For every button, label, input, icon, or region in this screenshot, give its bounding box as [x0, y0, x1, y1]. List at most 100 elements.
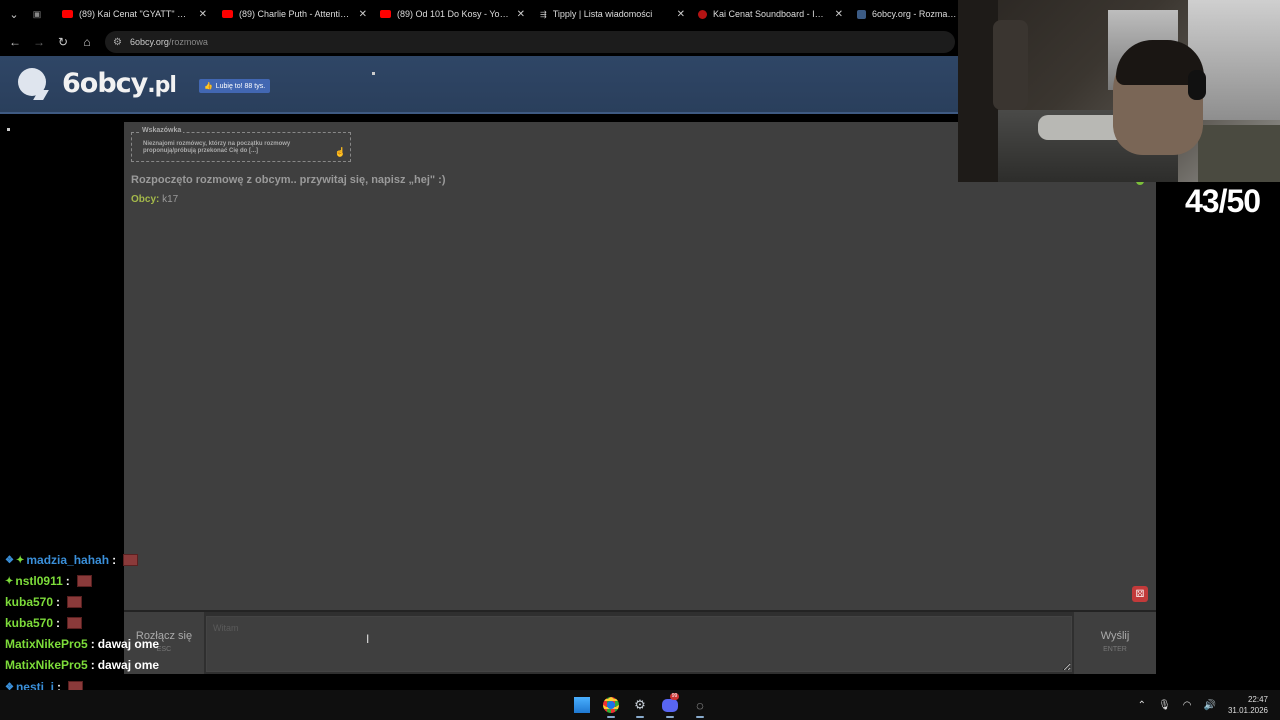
- 6obcy-icon: [857, 9, 866, 19]
- webcam-overlay: [958, 0, 1280, 182]
- chat-message: Obcy: k17: [131, 194, 178, 205]
- youtube-icon: [62, 10, 73, 18]
- chat-colon: :: [90, 637, 95, 651]
- home-icon[interactable]: ⌂: [75, 35, 99, 49]
- tab-label: 6obcy.org - Rozmawiaj a: [872, 9, 957, 19]
- tray-chevron-icon[interactable]: ⌃: [1138, 700, 1146, 711]
- chat-line: ✦ nstl0911:: [5, 571, 92, 591]
- message-input[interactable]: [206, 616, 1072, 672]
- hint-text: Nieznajomi rozmówcy, którzy na początku …: [143, 141, 291, 154]
- wifi-icon[interactable]: ◠: [1183, 700, 1192, 711]
- clock-time: 22:47: [1247, 695, 1268, 704]
- chat-line: MatixNikePro5: dawaj ome: [5, 655, 159, 675]
- chat-colon: :: [112, 553, 117, 567]
- system-clock[interactable]: 22:47 31.01.2026: [1228, 694, 1268, 716]
- chat-colon: :: [65, 574, 70, 588]
- tab-label: (89) Od 101 Do Kosy - YouTube: [397, 9, 510, 19]
- dice-icon[interactable]: ⚄: [1132, 586, 1148, 602]
- chat-line: MatixNikePro5: dawaj ome: [5, 634, 159, 654]
- chat-input-bar: Rozłącz się ESC I Wyślij ENTER: [124, 610, 1156, 674]
- webcam-closet: [958, 0, 998, 182]
- thumbs-up-icon: 👍: [204, 83, 213, 90]
- tab-label: (89) Kai Cenat "GYATT" Sound E: [79, 9, 192, 19]
- facebook-like-button[interactable]: 👍 Lubię to! 88 tys.: [199, 79, 271, 93]
- youtube-icon: [380, 10, 391, 18]
- tab-label: (89) Charlie Puth - Attention (sl: [239, 9, 352, 19]
- tab-label: Tipply | Lista wiadomości: [552, 9, 653, 19]
- tipply-icon: ⇶: [540, 10, 547, 19]
- send-label: Wyślij: [1100, 630, 1130, 642]
- header-dot: [372, 72, 375, 75]
- left-dot: [7, 128, 10, 131]
- chat-username[interactable]: nstl0911: [15, 574, 62, 588]
- hand-pointer-icon[interactable]: ☝: [335, 147, 346, 158]
- url-domain: 6obcy.org: [129, 37, 169, 47]
- chat-emote-icon: [123, 554, 139, 566]
- chat-username[interactable]: kuba570: [5, 595, 53, 609]
- message-sender: Obcy:: [131, 194, 160, 205]
- message-text: k17: [162, 194, 179, 205]
- volume-icon[interactable]: 🔊: [1204, 700, 1216, 711]
- logo-bubble-icon[interactable]: [18, 68, 46, 96]
- hint-box: Wskazówka Nieznajomi rozmówcy, którzy na…: [131, 127, 351, 162]
- microphone-icon[interactable]: 🎙: [1158, 700, 1171, 711]
- browser-tab[interactable]: (89) Od 101 Do Kosy - YouTube ✕: [380, 4, 525, 24]
- pinned-tab-icon[interactable]: ▣: [28, 8, 46, 20]
- tab-label: Kai Cenat Soundboard - Instant: [713, 9, 826, 19]
- chat-message-text: dawaj ome: [97, 658, 160, 672]
- send-key: ENTER: [1103, 646, 1127, 653]
- logo-main: 6obcy: [62, 68, 148, 99]
- browser-tab[interactable]: Kai Cenat Soundboard - Instant ✕: [698, 4, 843, 24]
- stream-counter: 43/50: [1185, 183, 1261, 219]
- tab-close-icon[interactable]: ✕: [835, 9, 843, 20]
- logo-suffix: .pl: [147, 73, 177, 98]
- chat-badge-icon: ✦: [5, 575, 14, 587]
- system-message: Rozpoczęto rozmowę z obcym.. przywitaj s…: [131, 174, 446, 186]
- browser-tab[interactable]: 6obcy.org - Rozmawiaj a: [857, 4, 957, 24]
- chat-badge-icon: ✦: [15, 554, 25, 566]
- chat-username[interactable]: kuba570: [5, 616, 53, 630]
- webcam-headphones: [1188, 70, 1206, 100]
- tab-close-icon[interactable]: ✕: [359, 9, 367, 20]
- steam-icon[interactable]: ⚙: [630, 695, 650, 715]
- browser-tab[interactable]: (89) Charlie Puth - Attention (sl ✕: [222, 4, 367, 24]
- back-arrow-icon[interactable]: ←: [3, 35, 27, 49]
- browser-tab[interactable]: (89) Kai Cenat "GYATT" Sound E ✕: [62, 4, 207, 24]
- reload-icon[interactable]: ↻: [51, 35, 75, 49]
- windows-start-icon[interactable]: [572, 695, 592, 715]
- chat-line: kuba570:: [5, 613, 83, 633]
- chrome-icon[interactable]: [601, 695, 621, 715]
- hint-title: Wskazówka: [140, 127, 184, 134]
- system-tray: ⌃ 🎙 ◠ 🔊 22:47 31.01.2026: [1132, 690, 1280, 720]
- browser-tab[interactable]: ⇶ Tipply | Lista wiadomości ✕: [540, 4, 685, 24]
- chat-emote-icon: [67, 596, 83, 608]
- site-logo[interactable]: 6obcy.pl: [62, 68, 177, 99]
- right-panel: [1156, 182, 1280, 690]
- tab-search-chevron-icon[interactable]: ⌄: [0, 8, 28, 21]
- forward-arrow-icon[interactable]: →: [27, 35, 51, 49]
- url-input[interactable]: ⚙ 6obcy.org/rozmowa: [105, 31, 955, 53]
- soundboard-icon: [698, 9, 707, 19]
- chat-username[interactable]: madzia_hahah: [26, 553, 109, 567]
- send-button[interactable]: Wyślij ENTER: [1074, 612, 1156, 674]
- tab-close-icon[interactable]: ✕: [199, 9, 207, 20]
- site-header: 6obcy.pl 👍 Lubię to! 88 tys.: [0, 56, 958, 114]
- site-info-icon[interactable]: ⚙: [113, 37, 122, 48]
- chat-colon: :: [56, 595, 61, 609]
- steam-active-indicator: [636, 716, 644, 718]
- chat-colon: :: [56, 616, 61, 630]
- chrome-active-indicator: [607, 716, 615, 718]
- chat-colon: :: [90, 658, 95, 672]
- app-icon[interactable]: ◌: [690, 695, 710, 715]
- text-cursor-icon: I: [366, 632, 370, 646]
- tab-close-icon[interactable]: ✕: [677, 9, 685, 20]
- chat-username[interactable]: MatixNikePro5: [5, 637, 88, 651]
- webcam-sofa: [1198, 125, 1280, 182]
- chat-username[interactable]: MatixNikePro5: [5, 658, 88, 672]
- url-path: /rozmowa: [168, 37, 208, 47]
- chat-message-text: dawaj ome: [97, 637, 160, 651]
- tab-close-icon[interactable]: ✕: [517, 9, 525, 20]
- discord-active-indicator: [666, 716, 674, 718]
- chat-line: ❖ ✦ madzia_hahah:: [5, 550, 139, 570]
- chat-window: Wskazówka Nieznajomi rozmówcy, którzy na…: [124, 122, 1156, 610]
